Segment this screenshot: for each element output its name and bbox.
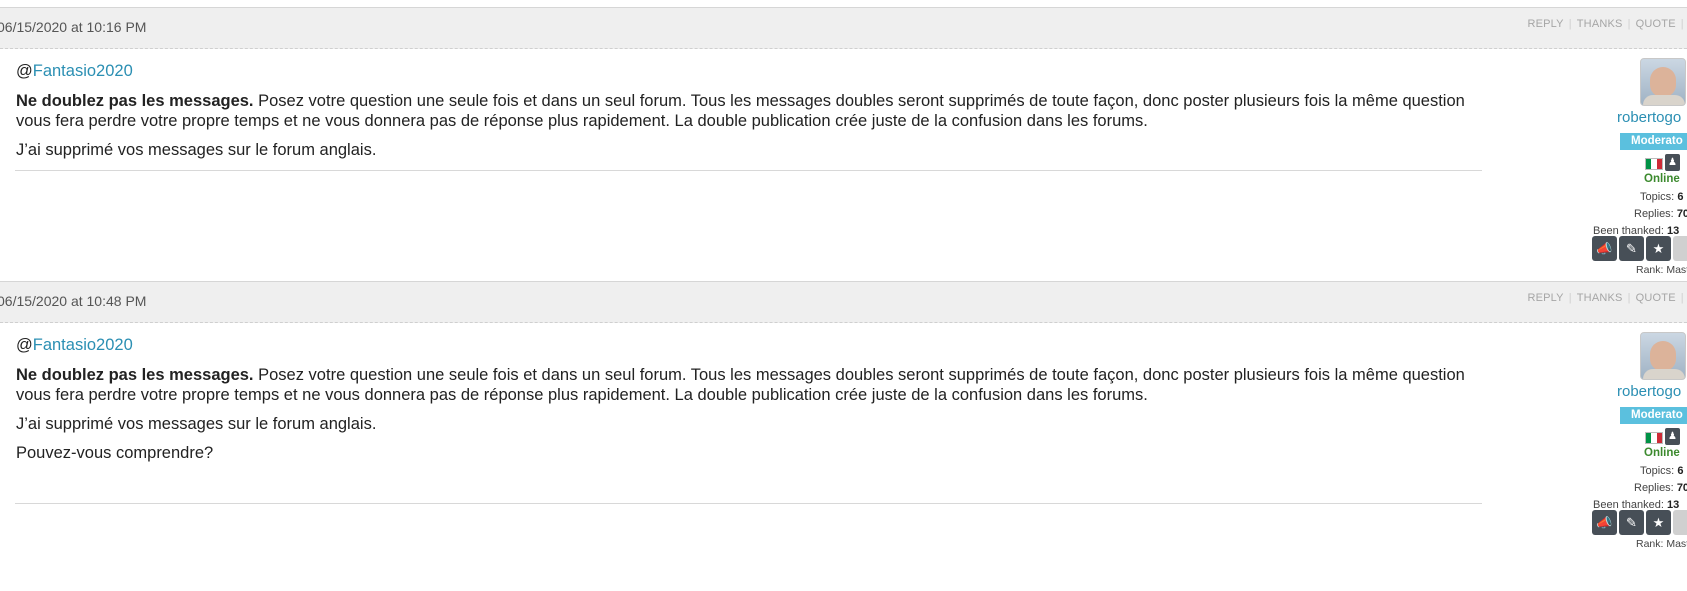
bold-intro: Ne doublez pas les messages. (16, 92, 254, 110)
action-separator: | (1627, 292, 1631, 304)
mention-line: @Fantasio2020 (16, 335, 1482, 355)
online-status: Online (1644, 447, 1680, 459)
top-edge (0, 0, 1687, 8)
edit-icon[interactable]: ✎ (1619, 510, 1644, 535)
author-name-link[interactable]: robertogo (1617, 383, 1681, 400)
mention-user-link[interactable]: Fantasio2020 (33, 62, 133, 80)
topics-stat: Topics: 6 (1640, 191, 1684, 203)
extra-badge-icon[interactable] (1673, 236, 1687, 261)
post-paragraph: J’ai supprimé vos messages sur le forum … (16, 141, 377, 159)
post-actions: REPLY|THANKS|QUOTE|R (1527, 292, 1687, 304)
avatar[interactable] (1640, 332, 1686, 380)
post-paragraph: Ne doublez pas les messages. Posez votre… (16, 365, 1482, 405)
trophy-icon[interactable]: ★ (1646, 510, 1671, 535)
quote-button[interactable]: QUOTE (1636, 292, 1676, 304)
online-status: Online (1644, 173, 1680, 185)
forum-post: 06/15/2020 at 10:48 PM REPLY | THANKS | QUOT… (0, 281, 1687, 591)
replies-stat: Replies: 70 (1634, 208, 1687, 220)
quote-button[interactable]: QUOTE (1636, 18, 1676, 30)
megaphone-icon[interactable]: 📣 (1592, 510, 1617, 535)
post-date: 06/15/2020 at 10:48 PM (0, 293, 147, 309)
italy-flag-icon (1645, 158, 1663, 170)
megaphone-icon[interactable]: 📣 (1592, 236, 1617, 261)
post-paragraph: J’ai supprimé vos messages sur le forum … (16, 415, 377, 433)
post-header: 06/15/2020 at 10:48 PM REPLY | THANKS | QUOT… (0, 282, 1687, 323)
post-content: @Fantasio2020 Ne doublez pas les message… (16, 335, 1482, 472)
edit-icon[interactable]: ✎ (1619, 236, 1644, 261)
role-badge: Moderato (1620, 407, 1687, 424)
replies-stat: Replies: 70 (1634, 482, 1687, 494)
rank-label: Rank: Mast (1636, 538, 1687, 550)
post-actions: REPLY|THANKS|QUOTE|R (1527, 18, 1687, 30)
thanks-button[interactable]: THANKS (1577, 18, 1623, 30)
action-separator: | (1680, 292, 1684, 304)
moderator-icon: ♟ (1665, 428, 1680, 445)
moderator-icon: ♟ (1665, 154, 1680, 171)
forum-post: 06/15/2020 at 10:16 PM REPLY | THANKS | QUOT… (0, 8, 1687, 281)
reply-button[interactable]: REPLY (1527, 18, 1563, 30)
extra-badge-icon[interactable] (1673, 510, 1687, 535)
action-separator: | (1627, 18, 1631, 30)
action-separator: | (1568, 292, 1572, 304)
badge-row: 📣 ✎ ★ (1592, 510, 1687, 535)
mention-user-link[interactable]: Fantasio2020 (33, 336, 133, 354)
author-name-link[interactable]: robertogo (1617, 109, 1681, 126)
mention-line: @Fantasio2020 (16, 61, 1482, 81)
action-separator: | (1568, 18, 1572, 30)
post-divider (15, 503, 1482, 504)
thanks-button[interactable]: THANKS (1577, 292, 1623, 304)
badge-row: 📣 ✎ ★ (1592, 236, 1687, 261)
post-header: 06/15/2020 at 10:16 PM REPLY | THANKS | QUOT… (0, 8, 1687, 49)
post-paragraph: Ne doublez pas les messages. Posez votre… (16, 91, 1482, 131)
role-badge: Moderato (1620, 133, 1687, 150)
trophy-icon[interactable]: ★ (1646, 236, 1671, 261)
mention-prefix: @ (16, 336, 33, 354)
action-separator: | (1680, 18, 1684, 30)
avatar[interactable] (1640, 58, 1686, 106)
post-divider (15, 170, 1482, 171)
italy-flag-icon (1645, 432, 1663, 444)
bold-intro: Ne doublez pas les messages. (16, 366, 254, 384)
post-date: 06/15/2020 at 10:16 PM (0, 19, 147, 35)
post-body: @Fantasio2020 Ne doublez pas les message… (0, 323, 1687, 591)
post-paragraph: Pouvez-vous comprendre? (16, 444, 214, 462)
post-body: @Fantasio2020 Ne doublez pas les message… (0, 49, 1687, 281)
topics-stat: Topics: 6 (1640, 465, 1684, 477)
rank-label: Rank: Mast (1636, 264, 1687, 276)
post-content: @Fantasio2020 Ne doublez pas les message… (16, 61, 1482, 169)
reply-button[interactable]: REPLY (1527, 292, 1563, 304)
mention-prefix: @ (16, 62, 33, 80)
